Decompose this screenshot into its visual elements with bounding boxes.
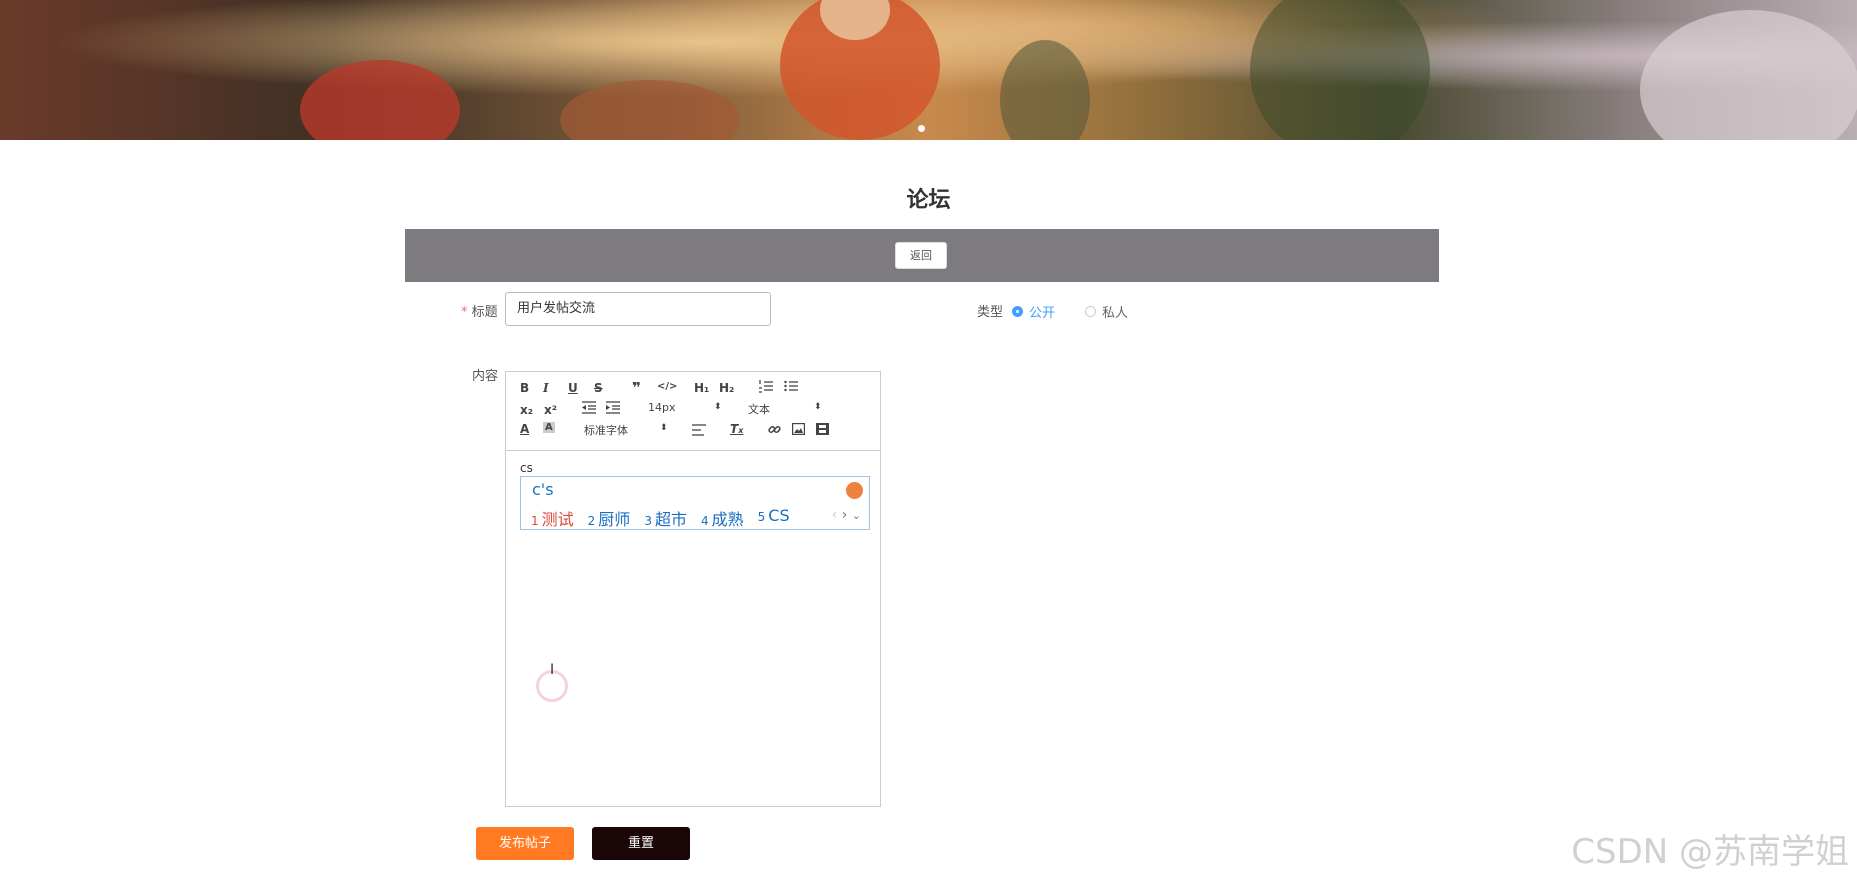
ime-page-nav[interactable]: ‹ › ⌄ [832, 507, 861, 523]
ime-candidate-num: 1 [531, 514, 539, 528]
hero-banner[interactable] [0, 0, 1857, 140]
ime-candidate-num: 3 [644, 514, 652, 528]
title-input[interactable]: 用户发帖交流 [505, 292, 771, 326]
ime-logo-icon [846, 482, 863, 499]
text-cursor-icon: I [550, 662, 555, 678]
type-radio-public-label: 公开 [1029, 306, 1056, 321]
reset-button[interactable]: 重置 [592, 827, 690, 860]
indent-icon[interactable] [606, 401, 620, 414]
rich-text-editor[interactable]: B I U S ❞ </> H₁ H₂ x₂ x² 14px ⬍ 文本 ⬍ A … [505, 371, 881, 807]
underline-icon[interactable]: U [568, 381, 578, 395]
ime-candidate-list: 1 测试 2 厨师 3 超市 4 成熟 5 CS [531, 506, 790, 530]
ime-candidate-num: 4 [700, 514, 709, 528]
select-arrows-icon: ⬍ [714, 402, 722, 412]
ime-candidate-text: 厨师 [598, 510, 631, 529]
ime-candidate-text: 测试 [541, 510, 574, 529]
ime-candidate-text: 成熟 [711, 510, 744, 529]
chevron-left-icon[interactable]: ‹ [832, 507, 838, 523]
superscript-icon[interactable]: x² [544, 403, 557, 417]
ime-candidate-text: 超市 [654, 510, 687, 529]
radio-checked-icon [1012, 306, 1023, 317]
ordered-list-icon[interactable] [759, 379, 773, 393]
page-title: 论坛 [906, 188, 951, 213]
title-label-text: 标题 [471, 305, 498, 320]
block-format-select[interactable]: 文本 ⬍ [748, 401, 828, 417]
heading2-icon[interactable]: H₂ [719, 381, 734, 395]
align-icon[interactable] [692, 424, 706, 436]
type-radio-private-label: 私人 [1102, 306, 1129, 321]
font-family-value: 标准字体 [584, 424, 628, 437]
ime-candidate[interactable]: 5 CS [758, 506, 790, 530]
subscript-icon[interactable]: x₂ [520, 403, 533, 417]
editor-typed-text: cs [520, 461, 533, 475]
ime-candidate-popup[interactable]: c's 1 测试 2 厨师 3 超市 4 成熟 5 CS ‹ › ⌄ [520, 476, 870, 530]
select-arrows-icon: ⬍ [814, 402, 822, 412]
action-bar: 返回 [405, 229, 1439, 282]
font-color-icon[interactable]: A [520, 422, 529, 436]
chevron-down-icon[interactable]: ⌄ [852, 509, 861, 522]
ime-candidate[interactable]: 3 超市 [644, 506, 687, 530]
watermark: CSDN @苏南学姐 [1571, 832, 1849, 872]
required-mark: * [461, 305, 468, 320]
italic-icon[interactable]: I [543, 381, 549, 395]
ime-candidate-text: CS [768, 506, 790, 525]
blockquote-icon[interactable]: ❞ [632, 379, 641, 397]
editor-content[interactable]: cs c's 1 测试 2 厨师 3 超市 4 成熟 5 CS ‹ › ⌄ I [506, 451, 880, 807]
ime-composition: c's [532, 480, 554, 499]
block-format-value: 文本 [748, 403, 770, 416]
type-radio-private[interactable]: 私人 [1085, 302, 1128, 321]
clear-format-icon[interactable]: Tx [730, 422, 743, 436]
code-block-icon[interactable]: </> [657, 381, 677, 392]
type-label: 类型 [977, 305, 1004, 320]
ime-candidate[interactable]: 1 测试 [531, 506, 574, 530]
ime-candidate-num: 5 [757, 510, 766, 524]
outdent-icon[interactable] [582, 401, 596, 414]
link-icon[interactable] [768, 423, 781, 436]
radio-unchecked-icon [1085, 306, 1096, 317]
ime-candidate[interactable]: 2 厨师 [588, 506, 631, 530]
background-color-icon[interactable]: A [543, 422, 555, 433]
ime-candidate[interactable]: 4 成熟 [701, 506, 744, 530]
select-arrows-icon: ⬍ [660, 423, 668, 433]
ime-candidate-num: 2 [587, 514, 596, 528]
title-label: * 标题 [461, 301, 498, 320]
editor-toolbar: B I U S ❞ </> H₁ H₂ x₂ x² 14px ⬍ 文本 ⬍ A … [506, 372, 880, 451]
chevron-right-icon[interactable]: › [842, 507, 848, 523]
content-label: 内容 [472, 369, 499, 384]
font-size-value: 14px [648, 401, 676, 414]
bold-icon[interactable]: B [520, 381, 529, 395]
type-radio-public[interactable]: 公开 [1012, 302, 1055, 321]
font-size-select[interactable]: 14px ⬍ [648, 401, 728, 414]
bullet-list-icon[interactable] [784, 379, 798, 393]
font-family-select[interactable]: 标准字体 ⬍ [584, 422, 674, 438]
strikethrough-icon[interactable]: S [594, 381, 603, 395]
back-button[interactable]: 返回 [895, 242, 947, 269]
image-icon[interactable] [792, 423, 805, 435]
submit-post-button[interactable]: 发布帖子 [476, 827, 574, 860]
video-icon[interactable] [816, 423, 829, 435]
heading1-icon[interactable]: H₁ [694, 381, 709, 395]
carousel-indicator[interactable] [918, 125, 925, 132]
